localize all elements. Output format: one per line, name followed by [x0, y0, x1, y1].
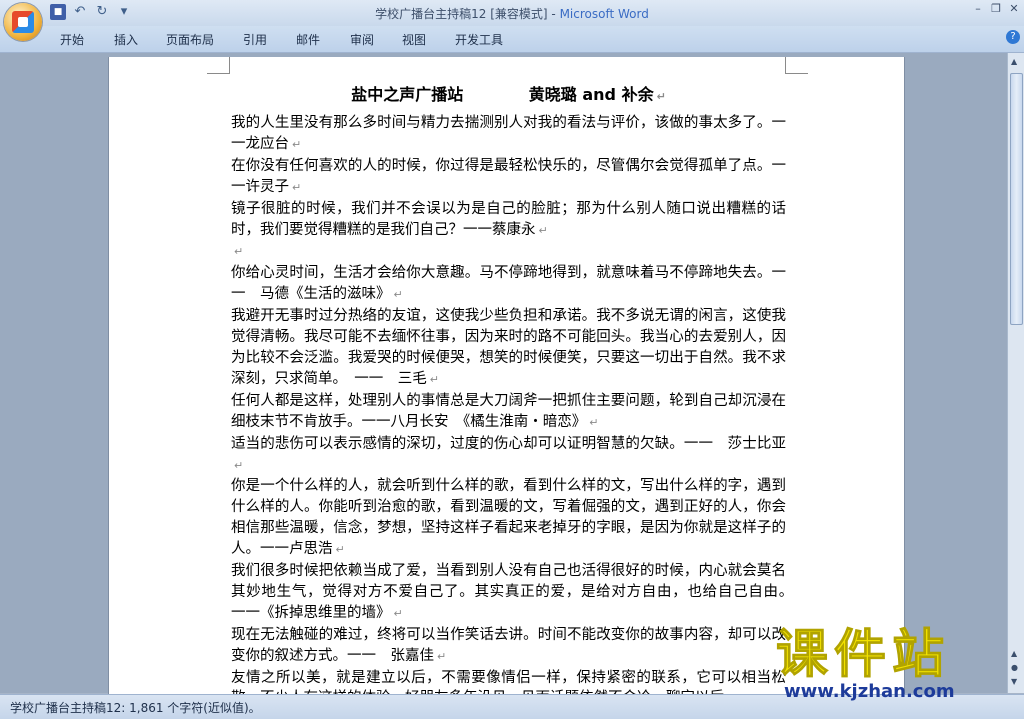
window-controls: – ❐ ✕	[972, 2, 1020, 15]
paragraph: 镜子很脏的时候，我们并不会误以为是自己的脸脏；那为什么别人随口说出糟糕的话时，我…	[231, 200, 786, 238]
document-workspace: 盐中之声广播站 黄晓璐 and 补余 ↵ 我的人生里没有那么多时间与精力去揣测别人…	[0, 53, 1008, 697]
paragraph: 我们很多时候把依赖当成了爱，当看到别人没有自己也活得很好的时候，内心就会莫名其妙…	[231, 563, 801, 621]
tab-developer[interactable]: 开发工具	[455, 31, 503, 48]
paragraph: 适当的悲伤可以表示感情的深切，过度的伤心却可以证明智慧的欠缺。一一 莎士比亚↵	[231, 435, 786, 472]
document-body[interactable]: 盐中之声广播站 黄晓璐 and 补余 ↵ 我的人生里没有那么多时间与精力去揣测别人…	[231, 85, 801, 697]
previous-page-icon[interactable]: ▲	[1011, 649, 1017, 658]
vertical-scrollbar[interactable]: ▲ ▲ ● ▼	[1007, 53, 1024, 693]
tab-review[interactable]: 审阅	[350, 31, 374, 48]
status-word-count[interactable]: 学校广播台主持稿12: 1,861 个字符(近似值)。	[10, 699, 261, 716]
paragraph-mark: ↵	[656, 90, 666, 103]
margin-corner-right	[785, 57, 808, 74]
select-browse-object-icon[interactable]: ●	[1011, 663, 1018, 672]
ribbon-tabs: 开始 插入 页面布局 引用 邮件 审阅 视图 开发工具 ?	[0, 26, 1024, 53]
document-title: 学校广播台主持稿12 [兼容模式]	[375, 7, 548, 21]
paragraph: 我避开无事时过分热络的友谊，这使我少些负担和承诺。我不多说无谓的闲言，这使我觉得…	[231, 308, 786, 387]
tab-view[interactable]: 视图	[402, 31, 426, 48]
tab-references[interactable]: 引用	[243, 31, 267, 48]
title-separator: -	[547, 7, 560, 21]
app-name: Microsoft Word	[559, 7, 649, 21]
close-icon[interactable]: ✕	[1008, 2, 1020, 15]
scroll-thumb[interactable]	[1010, 73, 1023, 325]
office-logo-icon	[12, 11, 34, 33]
next-page-icon[interactable]: ▼	[1011, 677, 1017, 686]
help-icon[interactable]: ?	[1006, 30, 1020, 44]
watermark-title: 课件站	[776, 625, 951, 686]
tab-page-layout[interactable]: 页面布局	[166, 31, 214, 48]
tab-home[interactable]: 开始	[60, 31, 84, 48]
heading-station-name: 盐中之声广播站	[351, 85, 464, 104]
paragraph: 你是一个什么样的人，就会听到什么样的歌，看到什么样的文，写出什么样的字，遇到什么…	[231, 478, 786, 558]
empty-paragraph: ↵	[234, 245, 244, 259]
paragraph: 在你没有任何喜欢的人的时候，你过得是最轻松快乐的，尽管偶尔会觉得孤单了点。一一许…	[231, 157, 786, 195]
minimize-icon[interactable]: –	[972, 2, 984, 15]
margin-corner-left	[207, 57, 230, 74]
document-page[interactable]: 盐中之声广播站 黄晓璐 and 补余 ↵ 我的人生里没有那么多时间与精力去揣测别人…	[109, 57, 904, 697]
restore-icon[interactable]: ❐	[990, 2, 1002, 15]
office-button[interactable]	[4, 3, 42, 41]
watermark-url: www.kjzhan.com	[784, 681, 955, 702]
paragraph: 我的人生里没有那么多时间与精力去揣测别人对我的看法与评价，该做的事太多了。一一龙…	[231, 115, 786, 152]
scroll-up-icon[interactable]: ▲	[1011, 57, 1017, 66]
watermark-logo: 课件站 www.kjzhan.com	[776, 612, 1006, 712]
document-heading: 盐中之声广播站 黄晓璐 and 补余 ↵	[231, 85, 786, 107]
paragraph: 现在无法触碰的难过，终将可以当作笑话去讲。时间不能改变你的故事内容，却可以改变你…	[231, 626, 786, 664]
tab-mailings[interactable]: 邮件	[296, 31, 320, 48]
heading-hosts: 黄晓璐 and 补余	[528, 85, 654, 104]
window-title: 学校广播台主持稿12 [兼容模式] - Microsoft Word	[0, 5, 1024, 22]
title-bar: ■ ↶ ↻ ▾ 学校广播台主持稿12 [兼容模式] - Microsoft Wo…	[0, 0, 1024, 26]
paragraph: 友情之所以美，就是建立以后，不需要像情侣一样，保持紧密的联系，它可以相当松散，不…	[231, 669, 786, 697]
paragraph: 你给心灵时间，生活才会给你大意趣。马不停蹄地得到，就意味着马不停蹄地失去。一一 …	[231, 265, 786, 303]
tab-insert[interactable]: 插入	[114, 31, 138, 48]
paragraph: 任何人都是这样，处理别人的事情总是大刀阔斧一把抓住主要问题，轮到自己却沉浸在细枝…	[231, 392, 786, 430]
